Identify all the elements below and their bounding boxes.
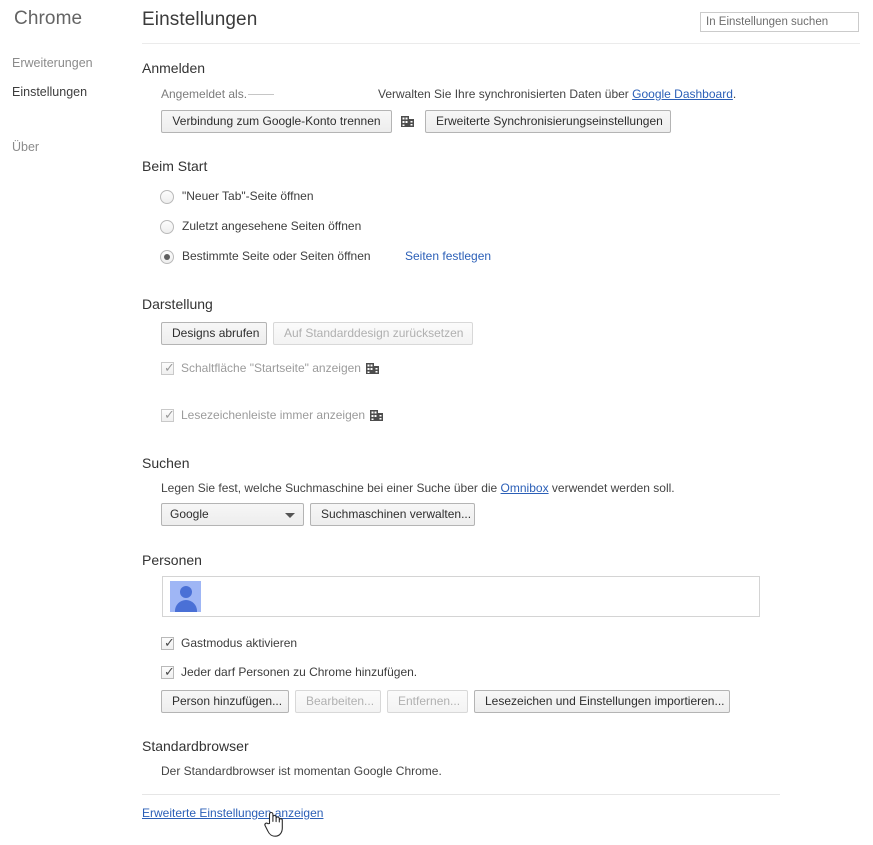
disconnect-google-account-button[interactable]: Verbindung zum Google-Konto trennen [161, 110, 392, 133]
radio-new-tab[interactable] [160, 190, 174, 204]
add-person-button[interactable]: Person hinzufügen... [161, 690, 289, 713]
check-mark-icon: ✓ [164, 635, 175, 650]
checkbox-enable-guest-mode[interactable]: ✓ [161, 635, 175, 650]
section-heading-default-browser: Standardbrowser [142, 738, 249, 754]
chevron-down-icon [285, 513, 295, 518]
footer-divider [142, 794, 780, 795]
radio-label: Bestimmte Seite oder Seiten öffnen [182, 249, 371, 263]
check-mark-icon: ✓ [164, 407, 175, 422]
default-browser-status: Der Standardbrowser ist momentan Google … [161, 764, 442, 778]
section-heading-search: Suchen [142, 455, 190, 471]
search-desc-before: Legen Sie fest, welche Suchmaschine bei … [161, 481, 501, 495]
radio-label: "Neuer Tab"-Seite öffnen [182, 189, 314, 203]
radio-continue-where-left-off[interactable] [160, 220, 174, 234]
section-heading-appearance: Darstellung [142, 296, 213, 312]
checkbox-label: Gastmodus aktivieren [181, 636, 298, 650]
checkbox-show-bookmarks-bar: ✓ [161, 407, 175, 422]
checkbox-label: Schaltfläche "Startseite" anzeigen [181, 361, 361, 375]
sync-management-text: Verwalten Sie Ihre synchronisierten Date… [378, 87, 736, 101]
settings-content: Anmelden Angemeldet als. Verwalten Sie I… [0, 0, 873, 845]
show-advanced-settings-link[interactable]: Erweiterte Einstellungen anzeigen [142, 806, 323, 820]
manage-search-engines-button[interactable]: Suchmaschinen verwalten... [310, 503, 475, 526]
search-engine-select[interactable]: Google [161, 503, 304, 526]
avatar-body [174, 600, 197, 612]
reset-to-default-theme-button: Auf Standarddesign zurücksetzen [273, 322, 473, 345]
checkbox-label: Lesezeichenleiste immer anzeigen [181, 408, 366, 422]
person-list[interactable] [162, 576, 760, 617]
radio-selected-dot [164, 254, 170, 260]
omnibox-link[interactable]: Omnibox [501, 481, 549, 495]
advanced-sync-settings-button[interactable]: Erweiterte Synchronisierungseinstellunge… [425, 110, 671, 133]
checkbox-show-home-button: ✓ [161, 360, 175, 375]
set-pages-link[interactable]: Seiten festlegen [405, 249, 491, 263]
import-bookmarks-settings-button[interactable]: Lesezeichen und Einstellungen importiere… [474, 690, 730, 713]
signed-in-as-text: Angemeldet als. [161, 87, 248, 101]
search-engine-selected-value: Google [170, 507, 209, 521]
google-dashboard-link[interactable]: Google Dashboard [632, 87, 733, 101]
signed-in-as-label: Angemeldet als. [161, 87, 275, 101]
section-heading-startup: Beim Start [142, 158, 208, 174]
search-engine-description: Legen Sie fest, welche Suchmaschine bei … [161, 481, 675, 495]
section-heading-people: Personen [142, 552, 202, 568]
radio-label: Zuletzt angesehene Seiten öffnen [182, 219, 362, 233]
remove-person-button: Entfernen... [387, 690, 468, 713]
radio-specific-pages[interactable] [160, 250, 174, 264]
sync-text-before: Verwalten Sie Ihre synchronisierten Date… [378, 87, 633, 101]
signed-in-as-placeholder-dash [248, 94, 275, 95]
checkbox-anyone-can-add-person[interactable]: ✓ [161, 664, 175, 679]
check-mark-icon: ✓ [164, 664, 175, 679]
get-themes-button[interactable]: Designs abrufen [161, 322, 267, 345]
enterprise-building-icon [401, 116, 414, 127]
check-mark-icon: ✓ [164, 360, 175, 375]
edit-person-button: Bearbeiten... [295, 690, 381, 713]
person-avatar-icon [170, 581, 201, 612]
avatar-head [179, 586, 192, 598]
enterprise-building-icon [370, 410, 383, 421]
enterprise-building-icon [366, 363, 379, 374]
sync-text-after: . [732, 87, 737, 101]
search-desc-after: verwendet werden soll. [548, 481, 675, 495]
checkbox-label: Jeder darf Personen zu Chrome hinzufügen… [181, 665, 418, 679]
section-heading-signin: Anmelden [142, 60, 206, 76]
